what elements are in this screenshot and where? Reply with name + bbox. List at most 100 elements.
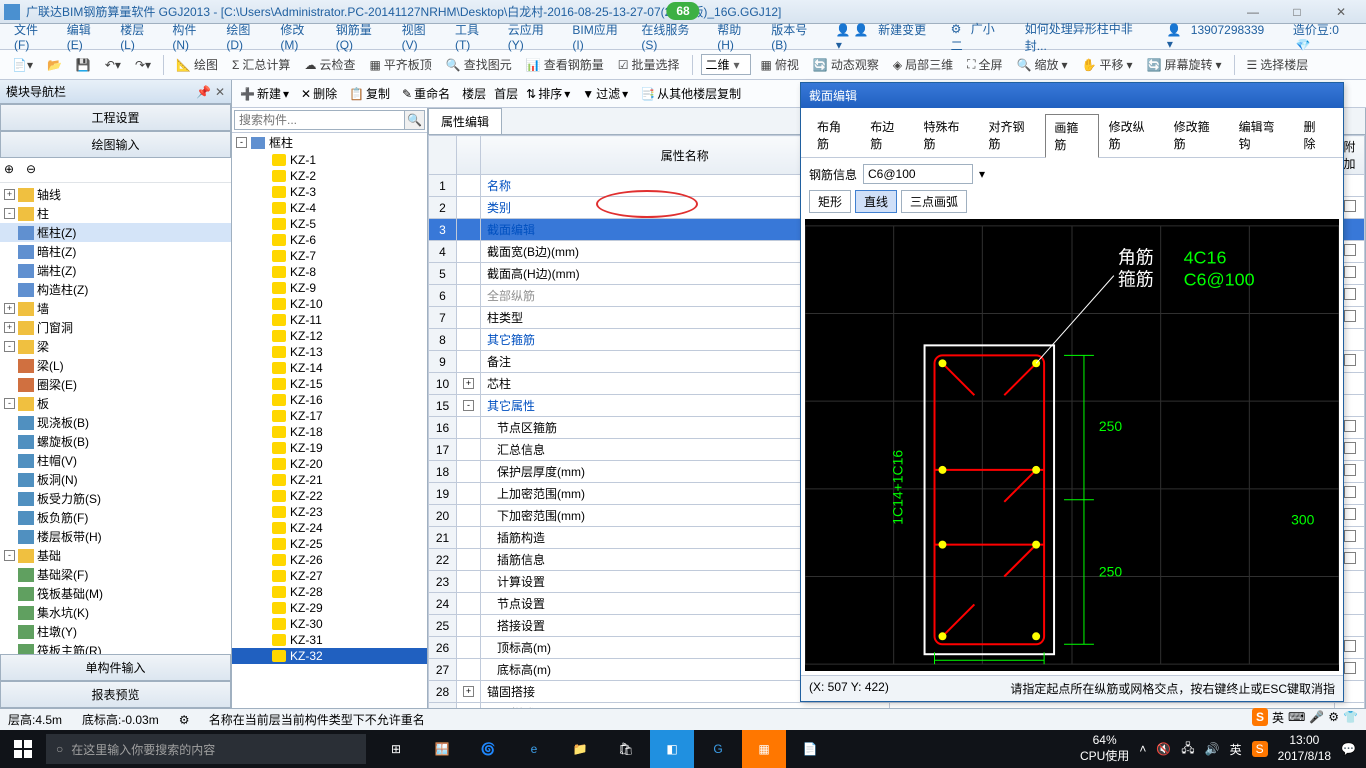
- floor-combo[interactable]: 首层: [494, 85, 518, 102]
- component-item[interactable]: KZ-10: [232, 296, 427, 312]
- component-item[interactable]: KZ-2: [232, 168, 427, 184]
- section-tab[interactable]: 对齐钢筋: [980, 114, 1043, 157]
- component-item[interactable]: KZ-29: [232, 600, 427, 616]
- nav-item[interactable]: 螺旋板(B): [0, 432, 231, 451]
- nav-item[interactable]: -板: [0, 394, 231, 413]
- redo-icon[interactable]: ↷▾: [131, 56, 155, 74]
- component-item[interactable]: KZ-4: [232, 200, 427, 216]
- align-button[interactable]: ▦平齐板顶: [365, 54, 435, 75]
- section-tab[interactable]: 画箍筋: [1045, 114, 1098, 158]
- cloud-check-button[interactable]: ☁云检查: [300, 54, 359, 75]
- rename-button[interactable]: ✎重命名: [398, 83, 454, 104]
- app-icon-1[interactable]: 🪟: [420, 730, 464, 768]
- component-item[interactable]: KZ-26: [232, 552, 427, 568]
- clock[interactable]: 13:002017/8/18: [1278, 733, 1331, 764]
- component-root[interactable]: - 框柱: [232, 133, 427, 152]
- component-item[interactable]: KZ-21: [232, 472, 427, 488]
- ime-mic-icon[interactable]: 🎤: [1309, 710, 1324, 724]
- tab-property-edit[interactable]: 属性编辑: [428, 108, 502, 134]
- nav-item[interactable]: -梁: [0, 337, 231, 356]
- menu-steel[interactable]: 钢筋量(Q): [330, 18, 392, 55]
- nav-item[interactable]: 筏板主筋(R): [0, 641, 231, 654]
- menu-tool[interactable]: 工具(T): [449, 18, 498, 55]
- section-tab[interactable]: 删除: [1296, 114, 1335, 157]
- menu-draw[interactable]: 绘图(D): [220, 18, 270, 55]
- ime-gear-icon[interactable]: ⚙: [1328, 710, 1339, 724]
- tray-ime-icon[interactable]: S: [1252, 741, 1268, 757]
- tray-volume-icon[interactable]: 🔊: [1205, 742, 1220, 756]
- shape-rect-button[interactable]: 矩形: [809, 190, 851, 213]
- taskbar-search[interactable]: ○ 在这里输入你要搜索的内容: [46, 734, 366, 764]
- component-item[interactable]: KZ-17: [232, 408, 427, 424]
- start-button[interactable]: [0, 730, 46, 768]
- app-icon-3[interactable]: ◧: [650, 730, 694, 768]
- component-item[interactable]: KZ-22: [232, 488, 427, 504]
- component-item[interactable]: KZ-25: [232, 536, 427, 552]
- nav-item[interactable]: 现浇板(B): [0, 413, 231, 432]
- dynamic-button[interactable]: 🔄动态观察: [809, 54, 883, 75]
- nav-item[interactable]: 框柱(Z): [0, 223, 231, 242]
- ime-key-icon[interactable]: ⌨: [1288, 710, 1305, 724]
- nav-item[interactable]: +门窗洞: [0, 318, 231, 337]
- nav-item[interactable]: 暗柱(Z): [0, 242, 231, 261]
- new-change-button[interactable]: 👤 新建变更 ▾: [830, 18, 941, 55]
- menu-modify[interactable]: 修改(M): [274, 18, 325, 55]
- menu-help[interactable]: 帮助(H): [711, 18, 761, 55]
- nav-item[interactable]: 板受力筋(S): [0, 489, 231, 508]
- component-item[interactable]: KZ-16: [232, 392, 427, 408]
- taskview-icon[interactable]: ⊞: [374, 730, 418, 768]
- sum-button[interactable]: Σ 汇总计算: [228, 54, 294, 75]
- copy-other-button[interactable]: 📑从其他楼层复制: [636, 83, 745, 104]
- filter-button[interactable]: ▼过滤▾: [578, 83, 632, 104]
- search-button[interactable]: 🔍: [405, 110, 425, 130]
- nav-item[interactable]: +轴线: [0, 185, 231, 204]
- section-project[interactable]: 工程设置: [0, 104, 231, 131]
- menu-edit[interactable]: 编辑(E): [61, 18, 110, 55]
- component-item[interactable]: KZ-23: [232, 504, 427, 520]
- component-item[interactable]: KZ-24: [232, 520, 427, 536]
- store-icon[interactable]: 🛍: [604, 730, 648, 768]
- app-icon-4[interactable]: G: [696, 730, 740, 768]
- tray-up-icon[interactable]: ˄: [1139, 742, 1146, 756]
- component-item[interactable]: KZ-1: [232, 152, 427, 168]
- nav-item[interactable]: 柱帽(V): [0, 451, 231, 470]
- copy-button[interactable]: 📋复制: [345, 83, 394, 104]
- component-item[interactable]: KZ-13: [232, 344, 427, 360]
- sort-button[interactable]: ⇅排序▾: [522, 83, 574, 104]
- nav-item[interactable]: 筏板基础(M): [0, 584, 231, 603]
- new-icon[interactable]: 📄▾: [8, 56, 37, 74]
- component-item[interactable]: KZ-9: [232, 280, 427, 296]
- section-canvas[interactable]: 250 250 1C14+1C16 300 角筋 箍筋 4C16 C6@100: [805, 219, 1339, 671]
- help-link[interactable]: 如何处理异形柱中非封...: [1019, 17, 1151, 57]
- find-button[interactable]: 🔍查找图元: [442, 54, 516, 75]
- component-item[interactable]: KZ-14: [232, 360, 427, 376]
- component-item[interactable]: KZ-3: [232, 184, 427, 200]
- component-item[interactable]: KZ-27: [232, 568, 427, 584]
- component-item[interactable]: KZ-30: [232, 616, 427, 632]
- component-item[interactable]: KZ-31: [232, 632, 427, 648]
- ime-hanger-icon[interactable]: 👕: [1343, 710, 1358, 724]
- nav-item[interactable]: +墙: [0, 299, 231, 318]
- component-item[interactable]: KZ-8: [232, 264, 427, 280]
- save-icon[interactable]: 💾: [72, 56, 95, 74]
- tray-network-icon[interactable]: 🖧: [1181, 739, 1194, 760]
- menu-view[interactable]: 视图(V): [396, 18, 445, 55]
- component-item[interactable]: KZ-15: [232, 376, 427, 392]
- section-report[interactable]: 报表预览: [0, 681, 231, 708]
- nav-item[interactable]: -基础: [0, 546, 231, 565]
- pan-button[interactable]: ✋平移▾: [1078, 54, 1137, 75]
- undo-icon[interactable]: ↶▾: [101, 56, 125, 74]
- nav-item[interactable]: 梁(L): [0, 356, 231, 375]
- fullscreen-button[interactable]: ⛶全屏: [963, 54, 1006, 75]
- overview-button[interactable]: ▦俯视: [757, 54, 803, 75]
- section-tab[interactable]: 特殊布筋: [915, 114, 978, 157]
- tray-lang[interactable]: 英: [1230, 741, 1242, 758]
- component-item[interactable]: KZ-7: [232, 248, 427, 264]
- select-floor-button[interactable]: ☰选择楼层: [1243, 54, 1313, 75]
- app-icon-6[interactable]: 📄: [788, 730, 832, 768]
- component-item[interactable]: KZ-6: [232, 232, 427, 248]
- component-item[interactable]: KZ-32: [232, 648, 427, 664]
- nav-item[interactable]: 端柱(Z): [0, 261, 231, 280]
- tray-notifications-icon[interactable]: 💬: [1341, 742, 1356, 756]
- steel-dropdown-icon[interactable]: ▾: [979, 167, 985, 181]
